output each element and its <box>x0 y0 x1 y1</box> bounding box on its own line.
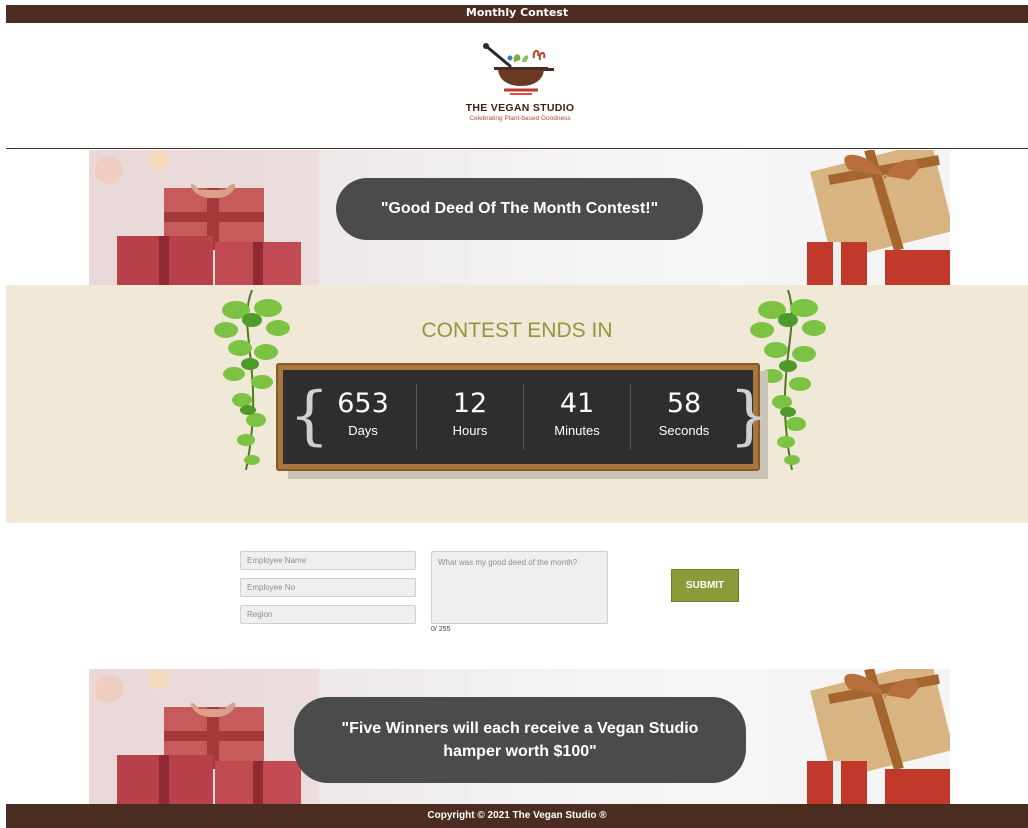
banner-bottom-message: "Five Winners will each receive a Vegan … <box>294 697 746 783</box>
good-deed-textarea[interactable]: What was my good deed of the month? <box>431 551 608 624</box>
countdown-days: 653 Days <box>310 370 416 464</box>
brand-name: THE VEGAN STUDIO <box>465 102 575 114</box>
char-counter: 0/ 255 <box>431 626 451 633</box>
banner-top-text: "Good Deed Of The Month Contest!" <box>380 200 659 217</box>
banner-top: "Good Deed Of The Month Contest!" <box>89 150 950 285</box>
top-bar: Monthly Contest <box>6 5 1028 23</box>
gift-boxes-left-image <box>89 669 319 804</box>
hours-label: Hours <box>452 423 488 438</box>
countdown-hours: 12 Hours <box>417 370 523 464</box>
countdown-section: CONTEST ENDS IN { } 653 Days 12 Hours 41… <box>6 285 1028 523</box>
countdown-minutes: 41 Minutes <box>524 370 630 464</box>
days-label: Days <box>348 423 378 438</box>
submit-button[interactable]: SUBMIT <box>671 569 739 602</box>
banner-bottom-line1: "Five Winners will each receive a Vegan … <box>341 720 699 737</box>
top-bar-title: Monthly Contest <box>465 6 569 19</box>
footer-copyright: Copyright © 2021 The Vegan Studio ® <box>427 810 607 821</box>
pot-icon <box>483 43 554 95</box>
seconds-label: Seconds <box>658 423 710 438</box>
countdown-title: CONTEST ENDS IN <box>421 319 613 342</box>
minutes-value: 41 <box>559 388 595 419</box>
seconds-value: 58 <box>666 388 702 419</box>
employee-name-input[interactable]: Employee Name <box>240 551 416 570</box>
banner-bottom-line2: hamper worth $100" <box>443 743 597 760</box>
region-input[interactable]: Region <box>240 605 416 624</box>
gift-boxes-right-image <box>789 150 950 285</box>
brand-logo: THE VEGAN STUDIO Celebrating Plant-based… <box>440 40 600 130</box>
footer: Copyright © 2021 The Vegan Studio ® <box>6 804 1028 828</box>
employee-no-input[interactable]: Employee No <box>240 578 416 597</box>
countdown-board: { } 653 Days 12 Hours 41 Minutes 58 Seco… <box>276 363 770 471</box>
hours-value: 12 <box>452 388 488 419</box>
gift-boxes-left-image <box>89 150 319 285</box>
minutes-label: Minutes <box>554 423 600 438</box>
gift-boxes-right-image <box>789 669 950 804</box>
banner-bottom: "Five Winners will each receive a Vegan … <box>89 669 950 804</box>
banner-top-message: "Good Deed Of The Month Contest!" <box>336 178 703 240</box>
header-divider <box>6 148 1028 149</box>
days-value: 653 <box>337 388 389 419</box>
brand-tagline: Celebrating Plant-based Goodness <box>469 115 571 122</box>
countdown-seconds: 58 Seconds <box>631 370 737 464</box>
